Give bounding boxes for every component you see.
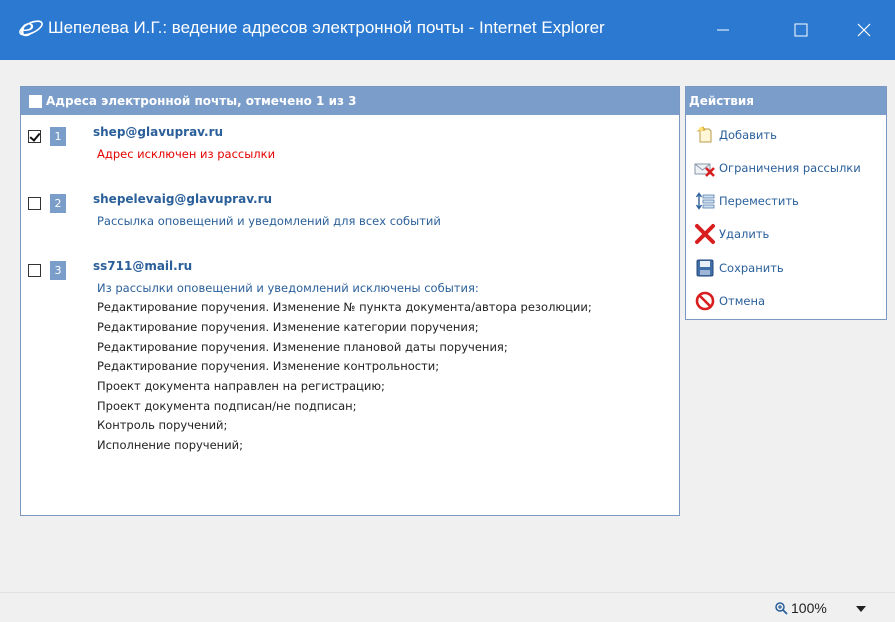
title-bar: e Шепелева И.Г.: ведение адресов электро… (0, 0, 895, 60)
zoom-icon (775, 602, 788, 615)
excluded-event: Редактирование поручения. Изменение кате… (97, 320, 479, 334)
delete-icon (694, 223, 716, 245)
email-entry: 1 shep@glavuprav.ru Адрес исключен из ра… (28, 125, 668, 165)
cancel-button[interactable]: Отмена (694, 289, 765, 313)
maximize-button[interactable] (775, 0, 827, 60)
email-entry: 2 shepelevaig@glavuprav.ru Рассылка опов… (28, 192, 668, 232)
email-entry: 3 ss711@mail.ru Из рассылки оповещений и… (28, 259, 668, 459)
entry-checkbox[interactable] (28, 130, 41, 143)
page-content: Адреса электронной почты, отмечено 1 из … (8, 60, 887, 592)
panel-header: Адреса электронной почты, отмечено 1 из … (21, 87, 679, 115)
add-button[interactable]: Добавить (694, 123, 777, 147)
excluded-event: Редактирование поручения. Изменение конт… (97, 359, 440, 373)
delete-button[interactable]: Удалить (694, 222, 769, 246)
status-bar: 100% (0, 592, 895, 622)
entry-checkbox[interactable] (28, 264, 41, 277)
excluded-event: Контроль поручений; (97, 418, 228, 432)
minimize-button[interactable] (697, 0, 749, 60)
entry-status: Рассылка оповещений и уведомлений для вс… (97, 214, 441, 228)
zoom-control[interactable]: 100% (774, 600, 827, 616)
close-button[interactable] (838, 0, 890, 60)
close-icon (857, 23, 871, 37)
mail-restrictions-label: Ограничения рассылки (719, 161, 861, 175)
entry-number: 3 (50, 261, 66, 280)
move-icon (694, 190, 716, 212)
excluded-event: Редактирование поручения. Изменение план… (97, 340, 508, 354)
move-label: Переместить (719, 194, 799, 208)
excluded-event: Проект документа направлен на регистраци… (97, 379, 385, 393)
entry-email[interactable]: shepelevaig@glavuprav.ru (93, 192, 272, 206)
save-icon (694, 257, 716, 279)
mail-restrictions-button[interactable]: Ограничения рассылки (694, 156, 861, 180)
actions-header: Действия (686, 87, 886, 115)
entry-status: Адрес исключен из рассылки (97, 147, 276, 161)
save-label: Сохранить (719, 261, 784, 275)
excluded-event: Проект документа подписан/не подписан; (97, 399, 357, 413)
window-title: Шепелева И.Г.: ведение адресов электронн… (48, 18, 605, 37)
entry-checkbox[interactable] (28, 197, 41, 210)
panel-header-label: Адреса электронной почты, отмечено 1 из … (46, 94, 357, 108)
zoom-dropdown-icon[interactable] (856, 606, 866, 612)
minimize-icon (717, 29, 729, 31)
entry-email[interactable]: shep@glavuprav.ru (93, 125, 223, 139)
excluded-event: Исполнение поручений; (97, 438, 244, 452)
entry-email[interactable]: ss711@mail.ru (93, 259, 192, 273)
add-label: Добавить (719, 128, 777, 142)
actions-panel: Действия Добавить Ограничения рассылки П… (685, 86, 887, 320)
move-button[interactable]: Переместить (694, 189, 799, 213)
entry-status: Из рассылки оповещений и уведомлений иск… (97, 281, 479, 295)
entry-number: 1 (50, 127, 66, 146)
cancel-label: Отмена (719, 294, 766, 308)
email-addresses-panel: Адреса электронной почты, отмечено 1 из … (20, 86, 680, 516)
browser-window: e Шепелева И.Г.: ведение адресов электро… (0, 0, 895, 622)
add-icon (694, 124, 716, 146)
internet-explorer-icon: e (19, 14, 43, 40)
entry-number: 2 (50, 194, 66, 213)
select-all-checkbox[interactable] (29, 94, 42, 108)
cancel-icon (694, 290, 716, 312)
zoom-level: 100% (791, 600, 827, 616)
mail-restrict-icon (694, 157, 716, 179)
excluded-event: Редактирование поручения. Изменение № пу… (97, 300, 592, 314)
maximize-icon (794, 23, 808, 37)
delete-label: Удалить (719, 227, 770, 241)
save-button[interactable]: Сохранить (694, 256, 784, 280)
